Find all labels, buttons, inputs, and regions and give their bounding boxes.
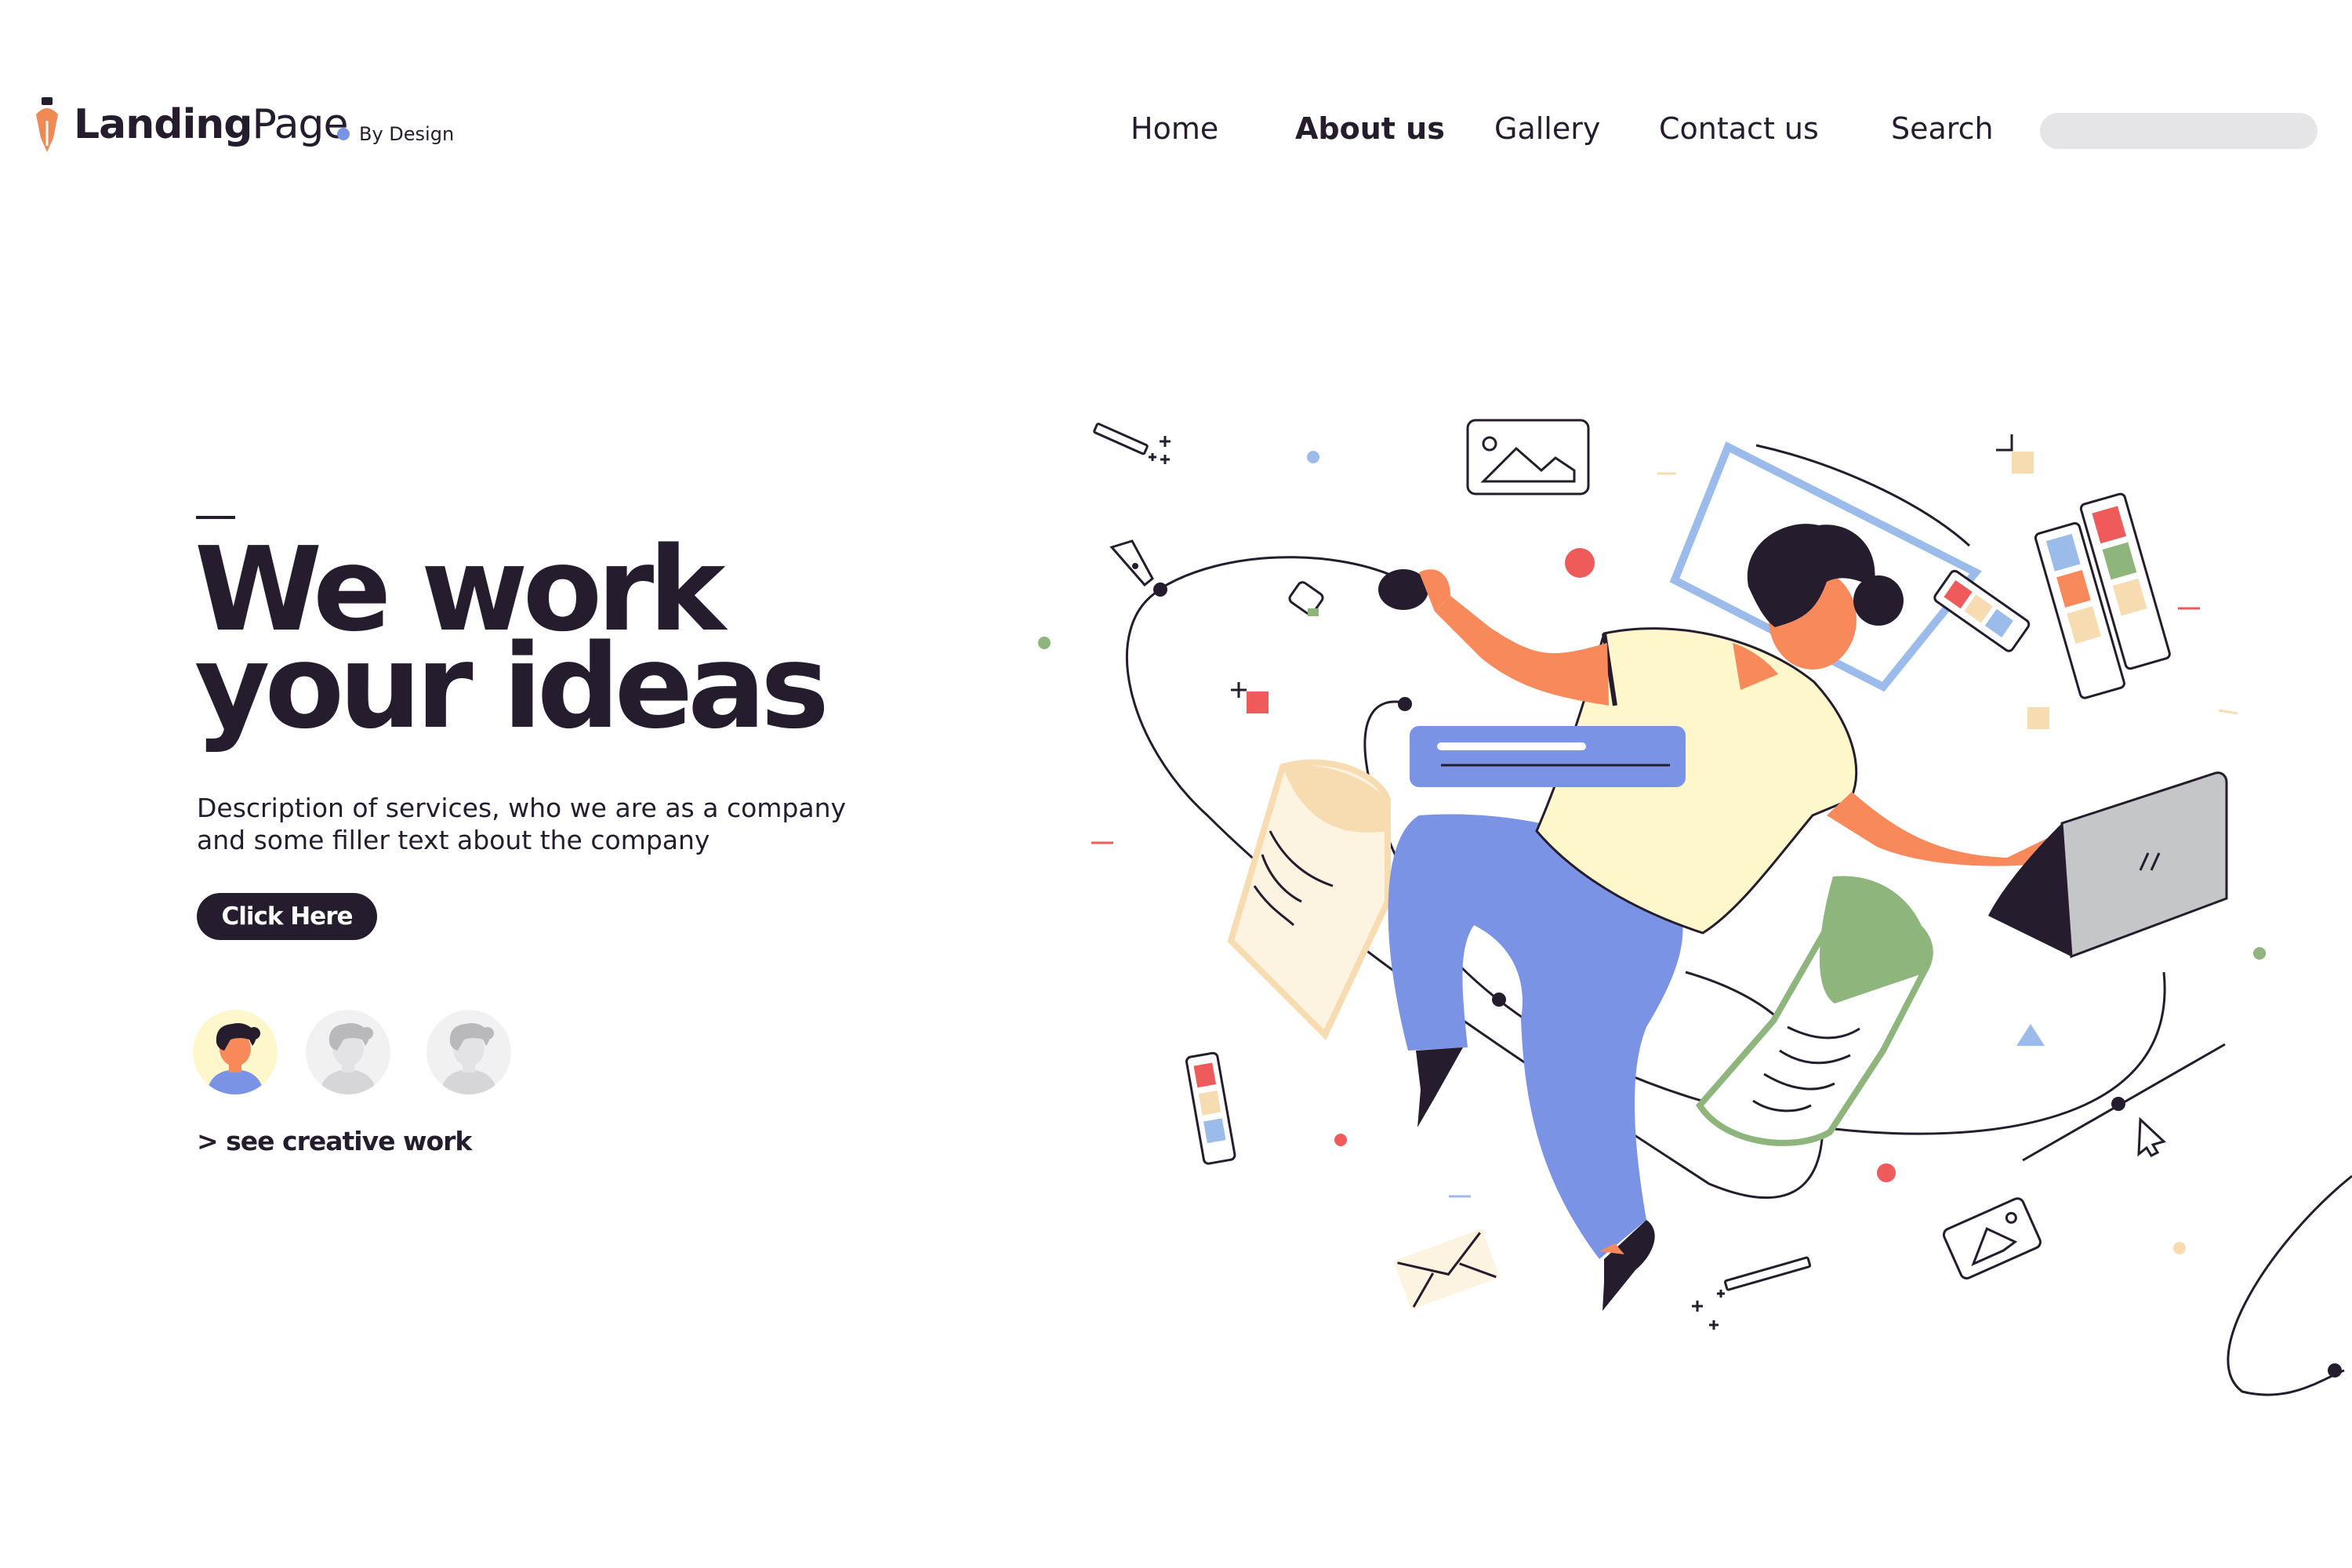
nav-search-label[interactable]: Search (1891, 110, 1994, 147)
creative-worker-illustration (1038, 419, 2352, 1396)
avatar-muted-icon[interactable] (306, 1010, 390, 1094)
avatar-active-icon[interactable] (193, 1010, 278, 1094)
see-creative-work-link[interactable]: > see creative work (197, 1126, 472, 1157)
pen-nib-logo-icon (36, 97, 58, 152)
hero-description-line-1: Description of services, who we are as a… (197, 793, 847, 823)
brand-name-light: Page (252, 101, 349, 148)
brand-logo[interactable]: LandingPage (74, 100, 349, 149)
nav-home[interactable]: Home (1131, 110, 1218, 147)
hero-description-line-2: and some filler text about the company (197, 825, 710, 855)
avatar-muted-icon[interactable] (426, 1010, 511, 1094)
hero-title-line-2: your ideas (194, 619, 829, 754)
nav-about-us[interactable]: About us (1295, 110, 1445, 147)
brand-name-bold: Landing (74, 101, 253, 148)
nav-gallery[interactable]: Gallery (1494, 110, 1600, 147)
hero-description: Description of services, who we are as a… (197, 792, 902, 856)
click-here-button[interactable]: Click Here (197, 893, 377, 940)
brand-tagline: By Design (359, 123, 455, 145)
search-input[interactable] (2040, 113, 2318, 149)
tagline-dot (337, 128, 350, 140)
nav-contact-us[interactable]: Contact us (1659, 110, 1819, 147)
hero-title: We work your ideas (194, 532, 829, 754)
hero-dash-divider (196, 516, 235, 519)
